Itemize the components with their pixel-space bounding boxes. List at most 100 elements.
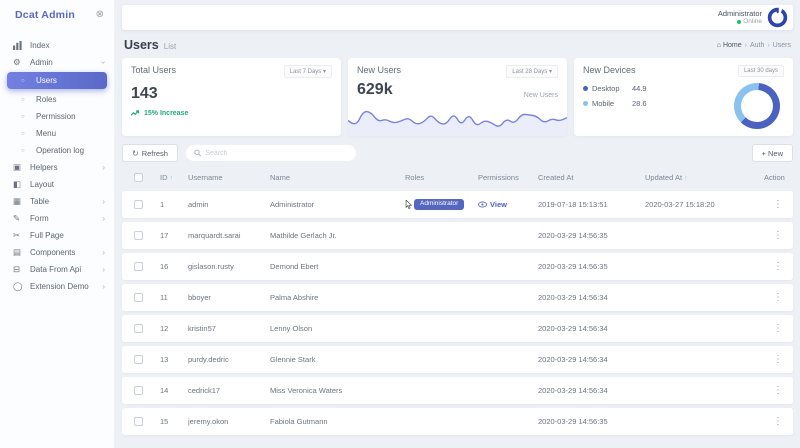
table-row: 1adminAdministratorAdministratorView2019…	[122, 191, 793, 218]
column-id[interactable]: ID↑	[160, 173, 188, 182]
table-icon: ▦	[13, 196, 26, 207]
row-checkbox-cell	[122, 200, 160, 209]
mouse-cursor-icon	[405, 200, 412, 209]
row-action-menu[interactable]: ⋮	[762, 416, 793, 427]
sidebar-item-label: Admin	[30, 58, 102, 67]
trend-up-icon	[131, 110, 141, 117]
caret-down-icon: ▾	[549, 69, 552, 75]
sidebar-item-admin[interactable]: ⚙ Admin ›	[0, 54, 114, 71]
row-checkbox[interactable]	[134, 324, 143, 333]
sidebar-item-helpers[interactable]: ▣ Helpers ›	[0, 159, 114, 176]
table-body: 1adminAdministratorAdministratorView2019…	[122, 191, 793, 439]
cell-name: Palma Abshire	[270, 293, 405, 302]
status-label: Online	[743, 18, 762, 26]
sidebar-item-permission[interactable]: ○ Permission	[0, 108, 114, 125]
cell-username: cedrick17	[188, 386, 270, 395]
online-status-dot	[737, 20, 741, 24]
circle-icon: ○	[21, 148, 32, 154]
row-action-menu[interactable]: ⋮	[762, 385, 793, 396]
chevron-right-icon: ›	[102, 197, 105, 206]
chart-icon	[13, 41, 26, 50]
cell-username: marquardt.sarai	[188, 231, 270, 240]
dots-vertical-icon: ⋮	[773, 385, 783, 396]
row-checkbox[interactable]	[134, 231, 143, 240]
cell-id: 12	[160, 324, 188, 333]
trend-indicator: 15% Increase	[131, 110, 332, 117]
user-name: Administrator	[718, 9, 762, 18]
breadcrumb-separator: ›	[745, 42, 747, 49]
sidebar-item-form[interactable]: ✎ Form ›	[0, 210, 114, 227]
dots-vertical-icon: ⋮	[773, 323, 783, 334]
circle-icon: ○	[21, 78, 32, 84]
row-action-menu[interactable]: ⋮	[762, 230, 793, 241]
row-checkbox-cell	[122, 386, 160, 395]
sidebar-item-operation-log[interactable]: ○ Operation log	[0, 142, 114, 159]
sidebar-item-extension-demo[interactable]: ◯ Extension Demo ›	[0, 278, 114, 295]
row-checkbox[interactable]	[134, 200, 143, 209]
sidebar-item-index[interactable]: Index	[0, 37, 114, 54]
sidebar-item-components[interactable]: ▤ Components ›	[0, 244, 114, 261]
legend-value: 28.6	[632, 99, 647, 108]
legend-label: Mobile	[592, 99, 628, 108]
row-checkbox[interactable]	[134, 417, 143, 426]
cell-username: admin	[188, 200, 270, 209]
row-checkbox[interactable]	[134, 262, 143, 271]
dots-vertical-icon: ⋮	[773, 261, 783, 272]
brand: Dcat Admin ⊗	[0, 0, 114, 30]
sidebar-item-table[interactable]: ▦ Table ›	[0, 193, 114, 210]
sidebar-item-menu[interactable]: ○ Menu	[0, 125, 114, 142]
search-icon	[194, 149, 201, 157]
search-input[interactable]	[205, 150, 348, 157]
row-checkbox[interactable]	[134, 293, 143, 302]
refresh-button[interactable]: ↻ Refresh	[122, 144, 178, 162]
select-all-checkbox[interactable]	[134, 173, 143, 182]
chevron-right-icon: ›	[102, 248, 105, 257]
filter-label: Last 28 Days	[512, 69, 547, 75]
devices-donut-chart	[734, 83, 780, 129]
row-action-menu[interactable]: ⋮	[762, 292, 793, 303]
sidebar-item-label: Permission	[36, 112, 105, 121]
row-action-menu[interactable]: ⋮	[762, 323, 793, 334]
view-permissions-link[interactable]: View	[478, 200, 507, 209]
dots-vertical-icon: ⋮	[773, 416, 783, 427]
table-header: ID↑ Username Name Roles Permissions Crea…	[122, 162, 793, 191]
column-updated-at[interactable]: Updated At↑	[645, 173, 762, 182]
row-action-menu[interactable]: ⋮	[762, 354, 793, 365]
row-checkbox-cell	[122, 324, 160, 333]
row-checkbox[interactable]	[134, 386, 143, 395]
card-new-devices: New Devices Last 30 days Desktop 44.9 Mo…	[574, 58, 793, 136]
sidebar-item-data-from-api[interactable]: ⊟ Data From Api ›	[0, 261, 114, 278]
chevron-right-icon: ›	[102, 282, 105, 291]
filter-button[interactable]: Last 30 days	[738, 65, 784, 77]
sidebar-item-label: Full Page	[30, 231, 105, 240]
row-action-menu[interactable]: ⋮	[762, 261, 793, 272]
new-button[interactable]: + New	[752, 144, 793, 162]
cell-created-at: 2020-03-29 14:56:35	[538, 231, 645, 240]
avatar[interactable]	[767, 7, 788, 28]
sidebar-item-users[interactable]: ○ Users	[7, 72, 107, 89]
trend-label: 15% Increase	[144, 110, 188, 117]
filter-dropdown[interactable]: Last 7 Days ▾	[284, 65, 332, 78]
circle-icon: ○	[21, 114, 32, 120]
breadcrumb-item[interactable]: Auth	[750, 42, 764, 49]
cell-username: jeremy.okon	[188, 417, 270, 426]
row-checkbox[interactable]	[134, 355, 143, 364]
sidebar-item-label: Index	[30, 41, 105, 50]
grid-toolbar: ↻ Refresh + New	[122, 144, 793, 162]
sort-asc-icon: ↑	[170, 175, 174, 182]
header-checkbox-cell	[122, 173, 160, 182]
cell-username: purdy.dedric	[188, 355, 270, 364]
filter-dropdown[interactable]: Last 28 Days ▾	[506, 65, 558, 78]
table-row: 13purdy.dedricGlennie Stark2020-03-29 14…	[122, 346, 793, 373]
sidebar-toggle-icon[interactable]: ⊗	[96, 10, 104, 20]
row-action-menu[interactable]: ⋮	[762, 199, 793, 210]
sidebar-item-label: Roles	[36, 95, 105, 104]
cell-permissions: View	[478, 200, 538, 210]
breadcrumb-home[interactable]: ⌂ Home	[717, 42, 742, 49]
cell-id: 11	[160, 293, 188, 302]
sidebar-item-full-page[interactable]: ✂ Full Page	[0, 227, 114, 244]
sidebar-item-roles[interactable]: ○ Roles	[0, 91, 114, 108]
sidebar-item-layout[interactable]: ◧ Layout	[0, 176, 114, 193]
sidebar: Dcat Admin ⊗ Index ⚙ Admin › ○ Users ○ R…	[0, 0, 115, 448]
sidebar-item-label: Extension Demo	[30, 282, 102, 291]
